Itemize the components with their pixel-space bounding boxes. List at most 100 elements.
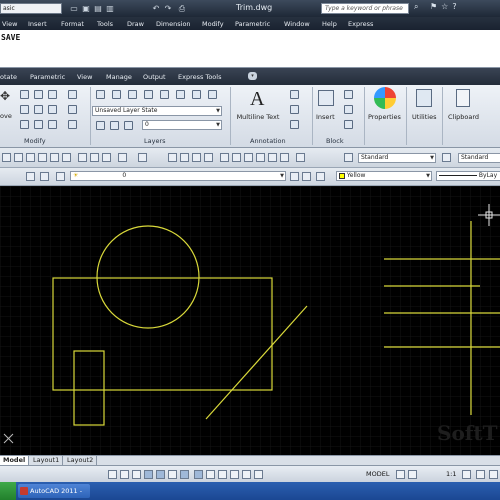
- properties-label[interactable]: Properties: [368, 113, 401, 121]
- leader-icon[interactable]: [290, 105, 299, 114]
- tab-parametric[interactable]: Parametric: [30, 73, 65, 81]
- osnap-icon[interactable]: [156, 470, 165, 479]
- explode-icon[interactable]: [68, 90, 77, 99]
- save-icon[interactable]: ▤: [92, 3, 104, 14]
- make-current-icon[interactable]: [290, 172, 299, 181]
- tab-output[interactable]: Output: [143, 73, 166, 81]
- tab-annotate[interactable]: otate: [0, 73, 17, 81]
- table-icon[interactable]: [290, 120, 299, 129]
- drawing-area[interactable]: [0, 186, 500, 455]
- qnew-icon[interactable]: [2, 153, 11, 162]
- ribbon-minimize-icon[interactable]: ▾: [248, 72, 257, 80]
- layer-off-icon[interactable]: [96, 121, 105, 130]
- layer-manager-icon[interactable]: [26, 172, 35, 181]
- save-icon[interactable]: [26, 153, 35, 162]
- move-icon[interactable]: ✥: [0, 89, 12, 103]
- dyn-icon[interactable]: [206, 470, 215, 479]
- dim-style-combo[interactable]: Standard: [458, 153, 500, 163]
- print-icon[interactable]: ⎙: [176, 3, 188, 14]
- drawing-canvas[interactable]: SoftT: [0, 186, 500, 455]
- menu-parametric[interactable]: Parametric: [235, 20, 270, 28]
- paste-icon[interactable]: [102, 153, 111, 162]
- plot-icon[interactable]: [38, 153, 47, 162]
- sc-icon[interactable]: [254, 470, 263, 479]
- lwt-icon[interactable]: [218, 470, 227, 479]
- start-button[interactable]: [0, 482, 16, 500]
- dim-style-icon[interactable]: [442, 153, 451, 162]
- tpy-icon[interactable]: [230, 470, 239, 479]
- menu-draw[interactable]: Draw: [127, 20, 144, 28]
- layer-states-icon[interactable]: [40, 172, 49, 181]
- stretch-icon[interactable]: [20, 120, 29, 129]
- layer-walk-icon[interactable]: [208, 90, 217, 99]
- tab-express-tools[interactable]: Express Tools: [178, 73, 221, 81]
- layer-match-icon[interactable]: [176, 90, 185, 99]
- offset-icon[interactable]: [68, 105, 77, 114]
- menu-express[interactable]: Express: [348, 20, 373, 28]
- join-icon[interactable]: [68, 120, 77, 129]
- erase-icon[interactable]: [48, 90, 57, 99]
- menu-view[interactable]: View: [2, 20, 17, 28]
- annotation-panel-label[interactable]: Annotation: [250, 137, 286, 145]
- tab-view[interactable]: View: [77, 73, 92, 81]
- create-block-icon[interactable]: [344, 90, 353, 99]
- quick-view-drawings-icon[interactable]: [408, 470, 417, 479]
- clean-screen-icon[interactable]: [489, 470, 498, 479]
- sheet-set-icon[interactable]: [256, 153, 265, 162]
- copy-icon[interactable]: [20, 105, 29, 114]
- help-icon[interactable]: [296, 153, 305, 162]
- layers-panel-label[interactable]: Layers: [144, 137, 166, 145]
- layer-control-combo[interactable]: ☀ 0 ▼: [70, 171, 286, 181]
- layer-color-icon[interactable]: [124, 121, 133, 130]
- preview-icon[interactable]: [50, 153, 59, 162]
- clipboard-label[interactable]: Clipboard: [448, 113, 479, 121]
- infocenter-icons[interactable]: ⚑☆?: [430, 2, 461, 11]
- redo-icon[interactable]: ↷: [162, 3, 174, 14]
- mirror-icon[interactable]: [34, 105, 43, 114]
- layer-previous-icon[interactable]: [192, 90, 201, 99]
- taskbar-autocad[interactable]: AutoCAD 2011 - NOT...: [18, 484, 90, 498]
- ortho-icon[interactable]: [132, 470, 141, 479]
- properties-color-wheel-icon[interactable]: [374, 87, 396, 109]
- rotate-icon[interactable]: [20, 90, 29, 99]
- snap-icon[interactable]: [108, 470, 117, 479]
- utilities-icon[interactable]: [416, 89, 432, 107]
- command-line[interactable]: SAVE: [0, 30, 500, 68]
- linetype-control-combo[interactable]: ByLay: [436, 171, 500, 181]
- polar-icon[interactable]: [144, 470, 153, 479]
- otrack-icon[interactable]: [180, 470, 189, 479]
- pan-icon[interactable]: [168, 153, 177, 162]
- menu-tools[interactable]: Tools: [97, 20, 113, 28]
- layer-thaw-icon[interactable]: [110, 121, 119, 130]
- layer-isolate-icon[interactable]: [160, 90, 169, 99]
- edit-block-icon[interactable]: [344, 105, 353, 114]
- annotation-visibility-icon[interactable]: [462, 470, 471, 479]
- layer-freeze-icon[interactable]: [56, 172, 65, 181]
- menu-format[interactable]: Format: [61, 20, 84, 28]
- design-center-icon[interactable]: [232, 153, 241, 162]
- layer-combo[interactable]: 0 ▼: [142, 120, 222, 130]
- layer-state-combo[interactable]: Unsaved Layer State ▼: [92, 106, 222, 116]
- trim-icon[interactable]: [34, 90, 43, 99]
- modify-panel-label[interactable]: Modify: [24, 137, 46, 145]
- layer-properties-icon[interactable]: [96, 90, 105, 99]
- utilities-label[interactable]: Utilities: [412, 113, 436, 121]
- menu-modify[interactable]: Modify: [202, 20, 224, 28]
- annotation-scale[interactable]: 1:1: [446, 470, 456, 478]
- text-style-combo[interactable]: Standard ▼: [358, 153, 436, 163]
- cut-icon[interactable]: [78, 153, 87, 162]
- layer-match-icon[interactable]: [316, 172, 325, 181]
- search-input[interactable]: Type a keyword or phrase: [321, 3, 409, 14]
- zoom-window-icon[interactable]: [192, 153, 201, 162]
- zoom-realtime-icon[interactable]: [180, 153, 189, 162]
- layer-lock-icon[interactable]: [144, 90, 153, 99]
- tab-manage[interactable]: Manage: [106, 73, 132, 81]
- insert-block-icon[interactable]: [318, 90, 334, 106]
- open-icon[interactable]: [14, 153, 23, 162]
- markup-icon[interactable]: [268, 153, 277, 162]
- menu-insert[interactable]: Insert: [28, 20, 47, 28]
- quick-view-layouts-icon[interactable]: [396, 470, 405, 479]
- model-status[interactable]: MODEL: [366, 470, 389, 478]
- attribute-icon[interactable]: [344, 120, 353, 129]
- binoculars-icon[interactable]: ⌕: [414, 2, 418, 12]
